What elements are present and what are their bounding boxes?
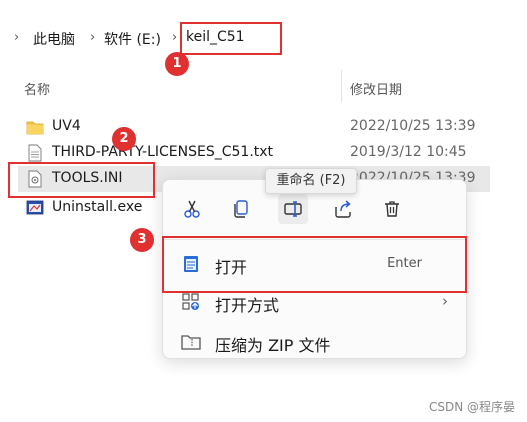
annotation-badge-2: 2 (112, 127, 136, 151)
highlight-file (8, 162, 155, 198)
folder-icon (26, 121, 44, 135)
share-icon (335, 200, 351, 218)
copy-button[interactable] (226, 194, 256, 224)
rename-icon (284, 201, 302, 217)
file-name: THIRD-PARTY-LICENSES_C51.txt (52, 144, 274, 160)
rename-tooltip: 重命名 (F2) (265, 168, 357, 194)
menu-item-label: 压缩为 ZIP 文件 (215, 336, 331, 355)
column-header-name[interactable]: 名称 (24, 79, 50, 98)
file-name: UV4 (52, 118, 81, 134)
zip-folder-icon (181, 335, 201, 350)
copy-icon (234, 200, 248, 218)
submenu-arrow-icon: › (442, 292, 448, 310)
delete-icon (385, 201, 399, 217)
file-name: Uninstall.exe (52, 199, 143, 215)
menu-item-compress-zip[interactable]: 压缩为 ZIP 文件 (163, 322, 466, 358)
file-date: 2022/10/25 13:39 (350, 118, 476, 134)
exe-file-icon (26, 200, 44, 215)
highlight-breadcrumb (180, 22, 282, 55)
annotation-badge-1: 1 (165, 52, 189, 76)
chevron-right-icon[interactable]: › (14, 30, 19, 45)
chevron-right-icon[interactable]: › (172, 30, 177, 45)
column-header-modified[interactable]: 修改日期 (350, 79, 402, 98)
menu-item-label: 打开方式 (215, 296, 280, 315)
delete-button[interactable] (377, 194, 407, 224)
cut-icon (184, 200, 200, 218)
breadcrumb-item-drive-e[interactable]: 软件 (E:) (104, 29, 161, 49)
text-file-icon (28, 144, 42, 162)
chevron-right-icon[interactable]: › (90, 30, 95, 45)
annotation-badge-3: 3 (130, 228, 154, 252)
file-date: 2019/3/12 10:45 (350, 144, 467, 160)
column-divider[interactable] (341, 70, 342, 102)
open-with-icon (182, 293, 199, 310)
highlight-open (162, 236, 467, 293)
share-button[interactable] (328, 194, 358, 224)
rename-button[interactable] (278, 194, 308, 224)
cut-button[interactable] (177, 194, 207, 224)
file-row-uv4[interactable]: UV4 2022/10/25 13:39 (18, 114, 490, 140)
watermark-text: CSDN @程序晏 (428, 400, 515, 414)
breadcrumb-item-this-pc[interactable]: 此电脑 (33, 29, 75, 49)
